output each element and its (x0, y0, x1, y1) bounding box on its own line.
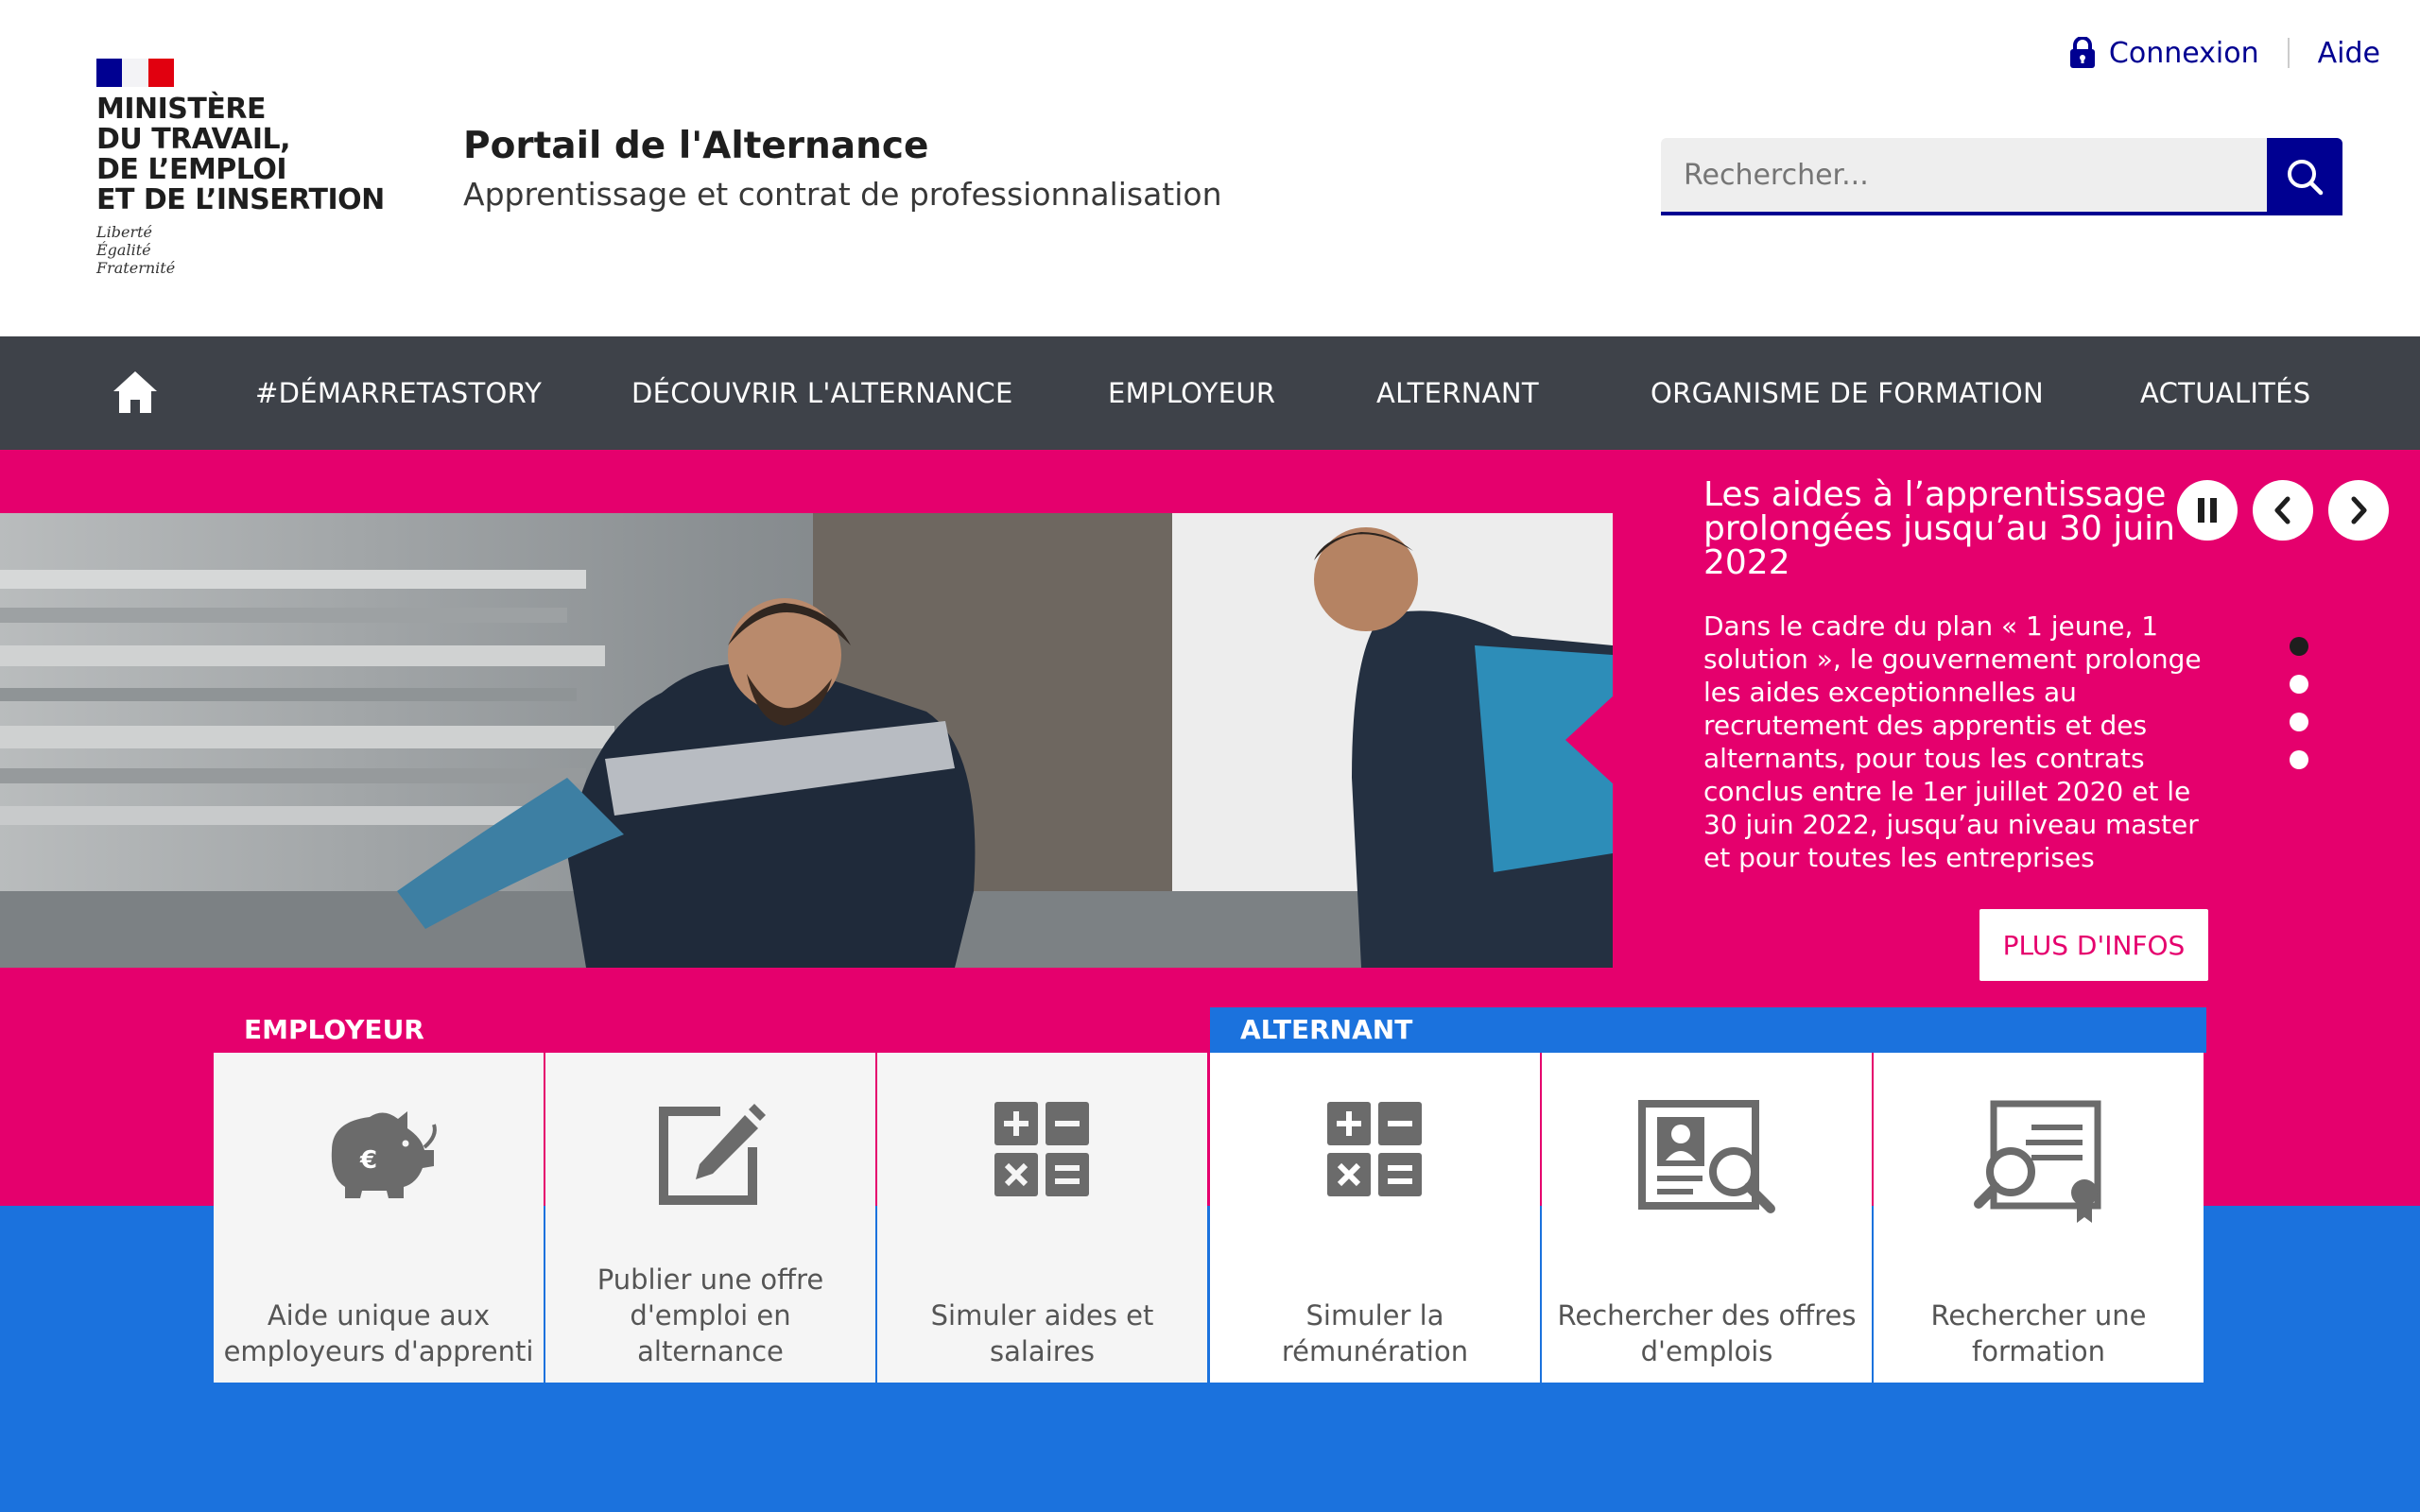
carousel-image (0, 513, 1613, 968)
search-icon (2288, 160, 2324, 196)
carousel-dot[interactable] (2290, 675, 2308, 694)
tile-label: Publier une offre d'emploi en alternance (596, 1263, 824, 1367)
pause-icon (2198, 498, 2217, 523)
carousel-dot[interactable] (2290, 750, 2308, 769)
tile-publier-offre[interactable]: Publier une offre d'emploi en alternance (545, 1053, 875, 1383)
tile-label: Aide unique aux employeurs d'apprenti (223, 1299, 534, 1367)
edit-square-icon (658, 1104, 766, 1205)
ministry-name: MINISTÈRE DU TRAVAIL, DE L’EMPLOI ET DE … (96, 94, 389, 215)
certificate-search-icon (1973, 1100, 2100, 1223)
ministry-line: DU TRAVAIL, (96, 123, 291, 156)
ministry-line: MINISTÈRE (96, 93, 266, 126)
workshop-photo (0, 513, 1613, 968)
slide-description: Dans le cadre du plan « 1 jeune, 1 solut… (1703, 610, 2202, 876)
tile-aide-unique[interactable]: € Aide unique aux employeurs d'apprenti (214, 1053, 544, 1383)
nav-item-employeur[interactable]: EMPLOYEUR (1108, 336, 1275, 450)
calculator-icon (1326, 1102, 1422, 1196)
slide-title: Les aides à l’apprentissage prolongées j… (1703, 475, 2175, 582)
search-input[interactable] (1661, 138, 2267, 215)
chevron-left-icon (2274, 496, 2290, 524)
site-title[interactable]: Portail de l'Alternance (463, 125, 928, 167)
ministry-logo[interactable]: MINISTÈRE DU TRAVAIL, DE L’EMPLOI ET DE … (96, 57, 385, 284)
nav-item-actualites[interactable]: ACTUALITÉS (2140, 336, 2311, 450)
tile-simuler-aides[interactable]: Simuler aides et salaires (877, 1053, 1207, 1383)
motto-line: Liberté (96, 223, 152, 241)
piggy-bank-euro-icon: € (331, 1111, 437, 1198)
tile-label: Simuler la rémunération (1281, 1299, 1469, 1367)
login-label: Connexion (2108, 36, 2259, 70)
carousel-next-button[interactable] (2328, 480, 2389, 541)
tile-label: Rechercher une formation (1930, 1299, 2147, 1367)
tile-label: Rechercher des offres d'emplois (1557, 1299, 1857, 1367)
tile-rechercher-formation[interactable]: Rechercher une formation (1874, 1053, 2204, 1383)
nav-item-demarretastory[interactable]: #DÉMARRETASTORY (255, 336, 542, 450)
site-header: MINISTÈRE DU TRAVAIL, DE L’EMPLOI ET DE … (0, 0, 2420, 336)
tile-simuler-remuneration[interactable]: Simuler la rémunération (1210, 1053, 1540, 1383)
calculator-icon (994, 1102, 1089, 1196)
profile-search-icon (1637, 1100, 1775, 1213)
carousel-dot[interactable] (2290, 713, 2308, 731)
motto-line: Égalité (96, 241, 151, 259)
motto-line: Fraternité (96, 259, 176, 277)
carousel-prev-button[interactable] (2253, 480, 2313, 541)
republic-motto: Liberté Égalité Fraternité (96, 223, 175, 277)
top-links: Connexion Aide (2069, 32, 2380, 74)
tile-label: Simuler aides et salaires (930, 1299, 1154, 1367)
french-flag-icon (96, 59, 174, 87)
quick-links: € Aide unique aux employeurs d'apprenti … (214, 1053, 2206, 1383)
employeur-section-title: EMPLOYEUR (214, 1007, 1210, 1053)
tile-rechercher-offres[interactable]: Rechercher des offres d'emplois (1542, 1053, 1872, 1383)
site-subtitle: Apprentissage et contrat de professionna… (463, 176, 1222, 213)
alternant-section-title: ALTERNANT (1210, 1007, 2206, 1053)
home-icon[interactable] (112, 369, 159, 415)
nav-item-organisme-formation[interactable]: ORGANISME DE FORMATION (1651, 336, 2044, 450)
svg-text:€: € (359, 1146, 377, 1175)
lock-icon (2069, 37, 2095, 68)
carousel-pause-button[interactable] (2177, 480, 2238, 541)
carousel-dot[interactable] (2290, 637, 2308, 656)
chevron-right-icon (2351, 496, 2367, 524)
nav-item-alternant[interactable]: ALTERNANT (1376, 336, 1539, 450)
search-button[interactable] (2267, 138, 2342, 215)
main-navigation: #DÉMARRETASTORY DÉCOUVRIR L'ALTERNANCE E… (0, 336, 2420, 450)
nav-item-decouvrir-alternance[interactable]: DÉCOUVRIR L'ALTERNANCE (631, 336, 1013, 450)
login-link[interactable]: Connexion (2069, 37, 2259, 70)
ministry-line: DE L’EMPLOI (96, 153, 287, 186)
more-info-button[interactable]: PLUS D'INFOS (1979, 909, 2208, 981)
help-link[interactable]: Aide (2318, 37, 2380, 70)
ministry-line: ET DE L’INSERTION (96, 183, 385, 216)
carousel-pointer (1565, 695, 1615, 785)
top-links-divider (2287, 38, 2290, 68)
search-bar (1661, 138, 2342, 215)
